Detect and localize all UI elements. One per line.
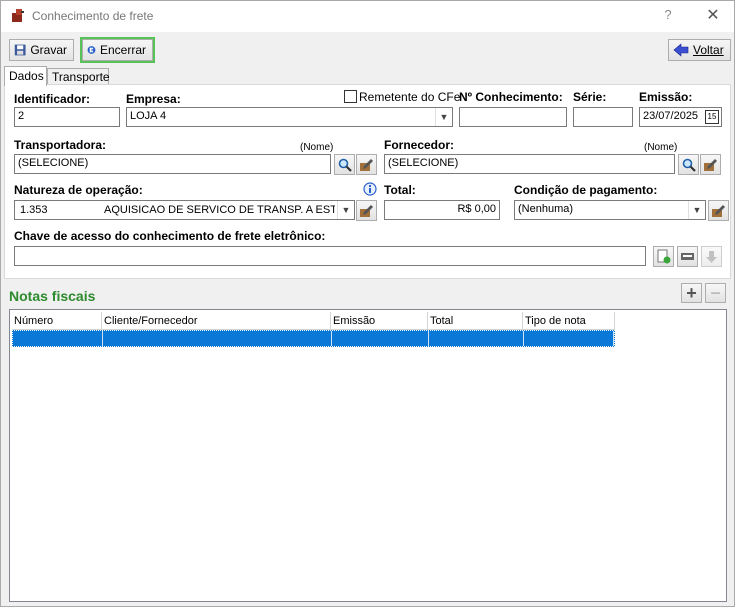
emissao-date-field[interactable]: 23/07/2025 15 (639, 107, 722, 127)
tab-dados-label: Dados (9, 69, 44, 83)
empresa-select[interactable]: LOJA 4 ▼ (126, 107, 453, 127)
title-bar: Conhecimento de frete ? ✕ (1, 1, 734, 32)
transportadora-field[interactable]: (SELECIONE) (14, 154, 331, 174)
condicao-edit-button[interactable] (708, 200, 729, 221)
back-button-label: Voltar (693, 43, 724, 57)
window-title: Conhecimento de frete (32, 9, 154, 23)
total-label: Total: (384, 183, 416, 197)
natureza-edit-button[interactable] (356, 200, 377, 221)
num-conhecimento-label: Nº Conhecimento: (459, 90, 563, 104)
total-field[interactable]: R$ 0,00 (384, 200, 500, 220)
num-conhecimento-field[interactable] (459, 107, 567, 127)
transportadora-hint: (Nome) (300, 142, 334, 153)
plus-icon: + (686, 282, 697, 303)
fornecedor-edit-button[interactable] (700, 154, 721, 175)
fornecedor-label: Fornecedor: (384, 138, 455, 152)
transportadora-edit-button[interactable] (356, 154, 377, 175)
chevron-down-icon[interactable]: ▼ (337, 201, 354, 219)
floppy-disk-icon (14, 44, 26, 56)
natureza-code: 1.353 (20, 204, 48, 216)
power-exit-icon (87, 46, 96, 54)
column-header-cliente[interactable]: Cliente/Fornecedor (102, 312, 331, 330)
emissao-value: 23/07/2025 (643, 110, 699, 122)
pencil-box-icon (712, 205, 725, 217)
info-icon[interactable] (362, 182, 378, 196)
natureza-description: AQUISICAO DE SERVICO DE TRANSP. A ESTABE (104, 204, 335, 216)
remove-nota-button[interactable]: − (705, 283, 726, 303)
chevron-down-icon[interactable]: ▼ (435, 108, 452, 126)
notas-fiscais-title: Notas fiscais (9, 288, 96, 304)
transportadora-label: Transportadora: (14, 138, 107, 152)
pencil-box-icon (360, 159, 373, 171)
fornecedor-hint: (Nome) (644, 142, 678, 153)
condicao-label: Condição de pagamento: (514, 183, 658, 197)
column-header-emissao[interactable]: Emissão (331, 312, 428, 330)
column-header-total[interactable]: Total (428, 312, 523, 330)
remetente-cfe-label: Remetente do CFe (359, 90, 461, 104)
search-icon (338, 158, 352, 172)
save-button[interactable]: Gravar (9, 39, 74, 61)
save-button-label: Gravar (30, 43, 67, 57)
identificador-label: Identificador: (14, 92, 91, 106)
identificador-field[interactable]: 2 (14, 107, 120, 127)
help-button[interactable]: ? (661, 7, 675, 25)
minus-icon: − (710, 282, 721, 303)
calendar-icon[interactable]: 15 (705, 110, 719, 124)
condicao-select[interactable]: (Nenhuma) ▼ (514, 200, 706, 220)
table-cell (103, 331, 332, 346)
barcode-scanner-icon (681, 253, 694, 260)
serie-field[interactable] (573, 107, 633, 127)
remetente-cfe-checkbox[interactable] (344, 90, 357, 103)
condicao-value: (Nenhuma) (518, 203, 574, 215)
fornecedor-search-button[interactable] (678, 154, 699, 175)
main-window: Conhecimento de frete ? ✕ Gravar Encerra… (0, 0, 735, 607)
column-header-numero[interactable]: Número (12, 312, 102, 330)
close-record-button-label: Encerrar (99, 43, 146, 57)
table-cell (429, 331, 524, 346)
pencil-box-icon (704, 159, 717, 171)
tab-dados[interactable]: Dados (4, 66, 47, 86)
natureza-label: Natureza de operação: (14, 183, 143, 197)
table-cell (332, 331, 429, 346)
import-xml-button[interactable] (653, 246, 674, 267)
truck-box-icon (12, 9, 24, 22)
close-record-button[interactable]: Encerrar (80, 37, 155, 63)
pencil-box-icon (360, 205, 373, 217)
search-icon (682, 158, 696, 172)
emissao-label: Emissão: (639, 90, 693, 104)
chave-field[interactable] (14, 246, 646, 266)
chevron-down-icon[interactable]: ▼ (688, 201, 705, 219)
scanner-button[interactable] (677, 246, 698, 267)
chave-label: Chave de acesso do conhecimento de frete… (14, 229, 326, 243)
transportadora-search-button[interactable] (334, 154, 355, 175)
empresa-label: Empresa: (126, 92, 181, 106)
add-nota-button[interactable]: + (681, 283, 702, 303)
back-button[interactable]: Voltar (668, 39, 731, 61)
empresa-value: LOJA 4 (130, 110, 167, 122)
fornecedor-field[interactable]: (SELECIONE) (384, 154, 675, 174)
notas-grid[interactable]: Número Cliente/Fornecedor Emissão Total … (9, 309, 727, 602)
download-arrow-icon (706, 251, 717, 263)
natureza-select[interactable]: 1.353 AQUISICAO DE SERVICO DE TRANSP. A … (14, 200, 355, 220)
column-header-tipo[interactable]: Tipo de nota (523, 312, 615, 330)
serie-label: Série: (573, 90, 607, 104)
close-window-button[interactable]: ✕ (702, 6, 724, 26)
download-button[interactable] (701, 246, 722, 267)
table-cell (13, 331, 103, 346)
document-add-icon (657, 249, 671, 264)
back-arrow-icon (673, 43, 689, 57)
table-row[interactable] (12, 330, 615, 347)
tab-transporte-label: Transporte (52, 70, 110, 84)
table-cell (524, 331, 614, 346)
tab-transporte[interactable]: Transporte (47, 68, 110, 85)
